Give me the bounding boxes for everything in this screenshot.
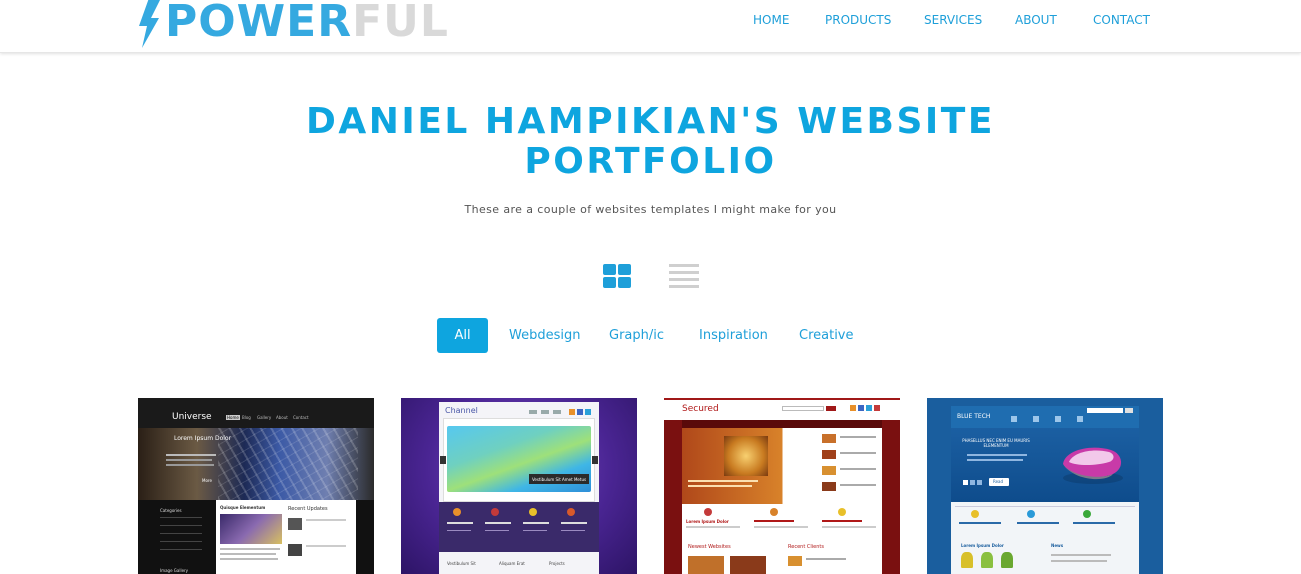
portfolio-thumbnail: BLUE TECH PHASELLUS NEC ENIM EU MAURIS E… bbox=[927, 398, 1163, 574]
list-view-icon[interactable] bbox=[669, 264, 699, 288]
portfolio-thumbnail: Universe Home Blog Gallery About Contact… bbox=[138, 398, 374, 574]
page-title-line1: DANIEL HAMPIKIAN'S WEBSITE bbox=[306, 101, 995, 142]
thumb-nav: Gallery bbox=[257, 415, 272, 420]
thumb-section: Lorem Ipsum Dolor bbox=[961, 543, 1004, 548]
filter-all[interactable]: All bbox=[437, 318, 488, 353]
thumb-side: Categories bbox=[160, 508, 182, 513]
thumb-section: Recent Clients bbox=[788, 544, 824, 550]
thumb-nav: Home bbox=[226, 415, 240, 420]
portfolio-thumbnail: Secured Lorem Ipsum Dolor Newest Website… bbox=[664, 398, 900, 574]
nav-contact[interactable]: CONTACT bbox=[1093, 13, 1150, 27]
thumb-hero: Lorem Ipsum Dolor bbox=[174, 435, 232, 442]
nav-products[interactable]: PRODUCTS bbox=[825, 13, 891, 27]
thumb-section: News bbox=[1051, 543, 1064, 548]
thumb-nav: About bbox=[276, 415, 288, 420]
thumb-more: More bbox=[202, 478, 212, 483]
filter-creative[interactable]: Creative bbox=[799, 318, 854, 353]
thumb-hero-text: PHASELLUS NEC ENIM EU MAURIS ELEMENTUM bbox=[962, 438, 1030, 448]
thumb-caption: Vestibulum Sit Amet Metus bbox=[532, 477, 587, 482]
thumb-nav: Blog bbox=[242, 415, 251, 420]
thumb-section: Aliquam Erat bbox=[499, 561, 525, 566]
site-header: POWERFUL HOME PRODUCTS SERVICES ABOUT CO… bbox=[0, 0, 1301, 53]
thumb-brand: Channel bbox=[445, 406, 478, 415]
thumb-brand: Secured bbox=[682, 404, 719, 414]
nav-services[interactable]: SERVICES bbox=[924, 13, 982, 27]
filter-graphic[interactable]: Graph/ic bbox=[609, 318, 664, 353]
thumb-feature: Lorem Ipsum Dolor bbox=[686, 519, 729, 524]
nav-home[interactable]: HOME bbox=[753, 13, 789, 27]
thumb-nav: Contact bbox=[293, 415, 309, 420]
page-title-line2: PORTFOLIO bbox=[524, 141, 777, 182]
filter-inspiration[interactable]: Inspiration bbox=[699, 318, 768, 353]
nav-about[interactable]: ABOUT bbox=[1015, 13, 1057, 27]
filter-webdesign[interactable]: Webdesign bbox=[509, 318, 580, 353]
grid-view-icon[interactable] bbox=[603, 264, 631, 288]
portfolio-item-secured[interactable]: Secured Lorem Ipsum Dolor Newest Website… bbox=[664, 398, 900, 574]
page-subtitle: These are a couple of websites templates… bbox=[464, 203, 837, 216]
thumb-button: Read bbox=[993, 479, 1004, 484]
main-nav: HOME PRODUCTS SERVICES ABOUT CONTACT bbox=[0, 13, 1301, 29]
thumb-section: Projects bbox=[549, 561, 565, 566]
thumb-brand: BLUE TECH bbox=[957, 413, 991, 420]
thumb-col2: Recent Updates bbox=[288, 506, 328, 512]
portfolio-item-channel[interactable]: Channel Vestibulum Sit Amet Metus Vestib… bbox=[401, 398, 637, 574]
portfolio-item-universe[interactable]: Universe Home Blog Gallery About Contact… bbox=[138, 398, 374, 574]
thumb-col1: Quisque Elementum bbox=[220, 505, 266, 510]
thumb-brand: Universe bbox=[172, 412, 212, 422]
portfolio-item-blue-tech[interactable]: BLUE TECH PHASELLUS NEC ENIM EU MAURIS E… bbox=[927, 398, 1163, 574]
thumb-section: Vestibulum Sit bbox=[447, 561, 476, 566]
thumb-side: Image Gallery bbox=[160, 568, 189, 573]
page-title: DANIEL HAMPIKIAN'S WEBSITE PORTFOLIO bbox=[250, 102, 1051, 182]
portfolio-thumbnail: Channel Vestibulum Sit Amet Metus Vestib… bbox=[401, 398, 637, 574]
thumb-section: Newest Websites bbox=[688, 544, 731, 550]
